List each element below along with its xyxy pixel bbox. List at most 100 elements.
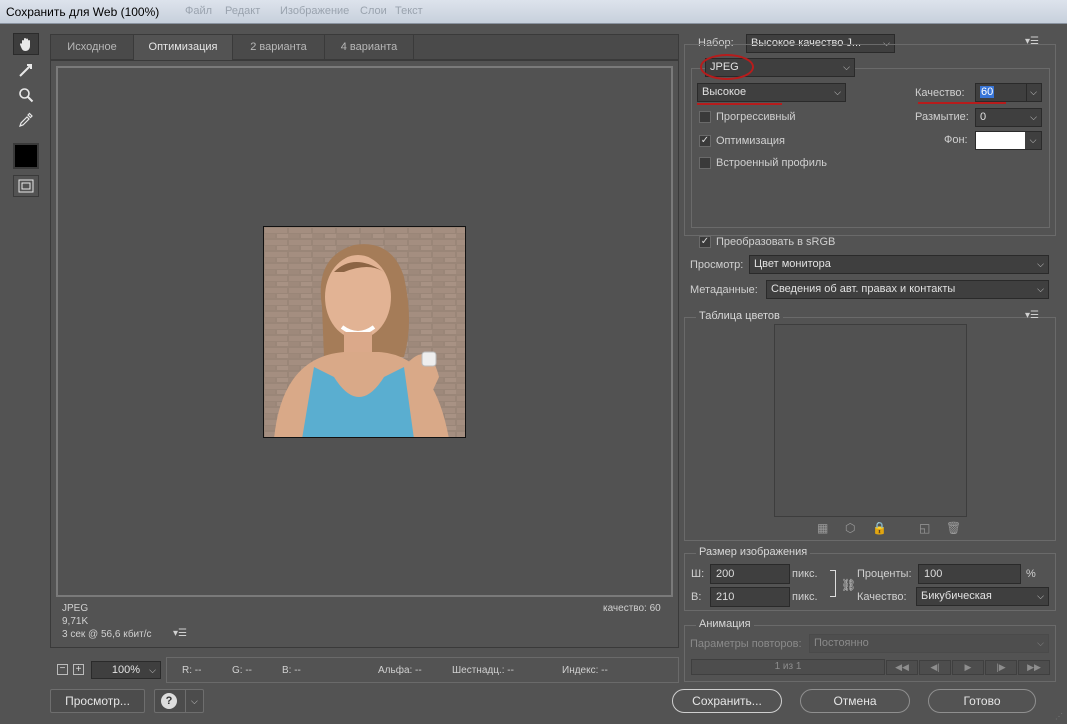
chevron-down-icon: ⌵ (843, 62, 850, 72)
cancel-button[interactable]: Отмена (800, 689, 910, 713)
quality-input[interactable]: 60 ⌵ (975, 83, 1042, 102)
resample-value: Бикубическая (921, 590, 992, 602)
prev-frame-icon[interactable]: ◀| (919, 660, 951, 675)
slice-select-tool-icon[interactable] (13, 59, 39, 81)
zoom-out-button[interactable]: − (57, 664, 68, 675)
play-icon[interactable]: ▶ (952, 660, 984, 675)
embed-profile-label: Встроенный профиль (716, 157, 828, 169)
preview-value: Цвет монитора (754, 258, 831, 270)
chevron-down-icon: ⌵ (1037, 638, 1044, 648)
progressive-checkbox[interactable] (699, 111, 711, 123)
quality-label: Качество: (915, 87, 965, 99)
image-size-title: Размер изображения (696, 546, 811, 558)
zoom-tool-icon[interactable] (13, 84, 39, 106)
resample-select[interactable]: Бикубическая ⌵ (916, 587, 1049, 606)
download-rate-menu-icon[interactable]: ▾☰ (173, 628, 187, 639)
alpha-value: Альфа: -- (378, 665, 422, 676)
zoom-level-value: 100% (111, 664, 141, 676)
eyedropper-color-swatch[interactable] (13, 143, 39, 169)
zoom-level-select[interactable]: 100% ⌵ (91, 661, 161, 679)
tab-original[interactable]: Исходное (51, 35, 134, 60)
color-table-menu-icon[interactable]: ▾☰ (1025, 310, 1039, 321)
width-input[interactable]: 200 (710, 564, 790, 584)
hex-value: Шестнадц.: -- (452, 665, 514, 676)
next-frame-icon[interactable]: |▶ (985, 660, 1017, 675)
save-for-web-dialog: Сохранить для Web (100%) Файл Редакт Изо… (0, 0, 1067, 724)
preview-file-size: 9,71K (62, 616, 89, 627)
red-value: R: -- (182, 665, 202, 676)
preview-label: Просмотр: (690, 259, 744, 271)
link-icon[interactable]: ⛓ (841, 578, 856, 592)
map-to-transparent-icon[interactable]: ▦ (817, 521, 828, 535)
chevron-down-icon: ⌵ (1030, 112, 1037, 122)
optimized-label: Оптимизация (716, 135, 785, 147)
chevron-down-icon: ⌵ (1025, 132, 1041, 149)
preview-quality: качество: 60 (603, 603, 661, 614)
first-frame-icon[interactable]: ◀◀ (886, 660, 918, 675)
done-button[interactable]: Готово (928, 689, 1036, 713)
height-unit: пикс. (792, 591, 818, 603)
animation-title: Анимация (696, 618, 754, 630)
resample-label: Качество: (857, 591, 907, 603)
save-button[interactable]: Сохранить... (672, 689, 782, 713)
color-table-title: Таблица цветов (696, 310, 783, 322)
blur-input[interactable]: 0 ⌵ (975, 108, 1042, 127)
height-label: В: (691, 591, 702, 603)
ghost-menu-item: Изображение (280, 5, 350, 17)
window-title: Сохранить для Web (100%) (6, 5, 160, 19)
index-value: Индекс: -- (562, 665, 608, 676)
preview-format: JPEG (62, 603, 89, 614)
ghost-menu-item: Слои (360, 5, 387, 17)
tab-4-up[interactable]: 4 варианта (325, 35, 414, 60)
loop-value: Постоянно (814, 637, 869, 649)
matte-color-select[interactable]: ⌵ (975, 131, 1042, 150)
chevron-down-icon: ⌵ (834, 87, 841, 97)
lock-icon[interactable]: 🔒 (872, 521, 887, 535)
last-frame-icon[interactable]: ▶▶ (1018, 660, 1050, 675)
toggle-slices-icon[interactable] (13, 175, 39, 197)
new-color-icon[interactable]: ◱ (919, 521, 930, 535)
resize-grip-icon[interactable]: ⋰ (1055, 712, 1063, 721)
title-bar: Сохранить для Web (100%) Файл Редакт Изо… (0, 0, 1067, 24)
optimized-checkbox[interactable]: ✓ (699, 135, 711, 147)
convert-srgb-label: Преобразовать в sRGB (716, 236, 836, 248)
convert-srgb-checkbox[interactable]: ✓ (699, 236, 711, 248)
blur-value: 0 (980, 111, 987, 123)
quality-value: 60 (980, 86, 995, 98)
height-input[interactable]: 210 (710, 587, 790, 607)
embed-profile-checkbox[interactable] (699, 157, 711, 169)
red-annotation-underline (697, 103, 782, 105)
chevron-down-icon: ⌵ (185, 690, 198, 712)
blur-label: Размытие: (915, 111, 969, 123)
width-unit: пикс. (792, 568, 818, 580)
tab-2-up[interactable]: 2 варианта (233, 35, 325, 60)
chevron-down-icon: ⌵ (1037, 284, 1044, 294)
green-value: G: -- (232, 665, 252, 676)
preview-select[interactable]: Цвет монитора ⌵ (749, 255, 1049, 274)
zoom-in-button[interactable]: + (73, 664, 84, 675)
frame-counter: 1 из 1 (691, 659, 885, 675)
color-table-swatches[interactable] (774, 324, 967, 517)
web-snap-icon[interactable]: ⬡ (845, 521, 855, 535)
metadata-value: Сведения об авт. правах и контакты (771, 283, 956, 295)
matte-label: Фон: (944, 134, 968, 146)
progressive-label: Прогрессивный (716, 111, 796, 123)
percent-input[interactable]: 100 (918, 564, 1021, 584)
browser-select-button[interactable]: ? ⌵ (154, 689, 204, 713)
blue-value: B: -- (282, 665, 301, 676)
hand-tool-icon[interactable] (13, 33, 39, 55)
metadata-label: Метаданные: (690, 284, 758, 296)
quality-preset-select[interactable]: Высокое ⌵ (697, 83, 846, 102)
ghost-menu-item: Текст (395, 5, 423, 17)
ghost-menu-item: Файл (185, 5, 213, 17)
browser-question-icon: ? (161, 693, 177, 709)
loop-select[interactable]: Постоянно ⌵ (809, 634, 1049, 653)
tab-optimized[interactable]: Оптимизация (134, 35, 233, 61)
trash-icon[interactable]: 🗑 (946, 521, 961, 535)
percent-label: Проценты: (857, 568, 912, 580)
loop-label: Параметры повторов: (690, 638, 802, 650)
red-annotation-circle (700, 54, 754, 80)
eyedropper-tool-icon[interactable] (13, 109, 39, 131)
metadata-select[interactable]: Сведения об авт. правах и контакты ⌵ (766, 280, 1049, 299)
preview-browser-button[interactable]: Просмотр... (50, 689, 145, 713)
